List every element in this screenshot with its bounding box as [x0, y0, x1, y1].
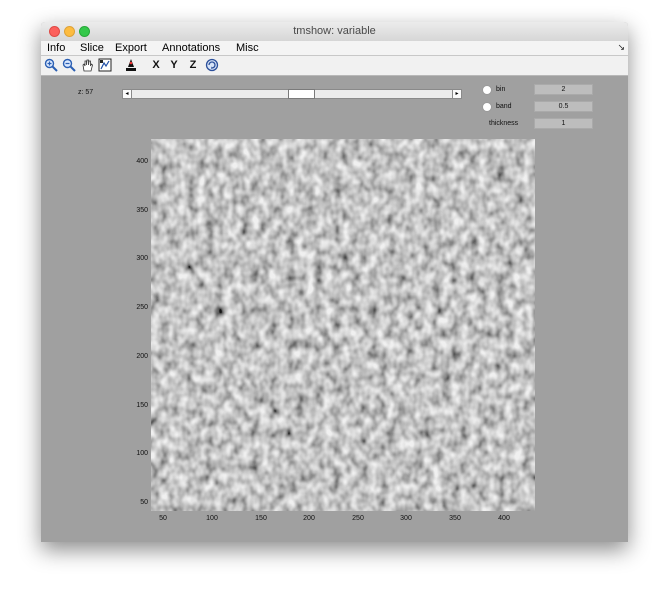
band-field[interactable]: 0.5 — [534, 101, 593, 112]
window-title: tmshow: variable — [293, 25, 376, 37]
toolbar: X Y Z — [41, 56, 628, 76]
bin-radio[interactable] — [482, 85, 492, 95]
menu-annotations[interactable]: Annotations — [162, 41, 220, 55]
x-tick-150: 150 — [255, 515, 267, 522]
x-tick-250: 250 — [352, 515, 364, 522]
menu-export[interactable]: Export — [115, 41, 147, 55]
slice-slider[interactable]: ◂ ▸ — [122, 89, 462, 99]
x-tick-300: 300 — [400, 515, 412, 522]
menu-misc[interactable]: Misc — [236, 41, 259, 55]
marker-icon[interactable] — [123, 58, 139, 73]
view-z-button[interactable]: Z — [185, 58, 201, 73]
y-tick-350: 350 — [136, 207, 148, 214]
title-bar[interactable]: tmshow: variable — [41, 22, 628, 42]
x-tick-100: 100 — [206, 515, 218, 522]
view-x-button[interactable]: X — [148, 58, 164, 73]
app-window: tmshow: variable Info Slice Export Annot… — [41, 22, 628, 542]
zoom-in-icon[interactable] — [43, 58, 59, 73]
bin-label: bin — [496, 86, 506, 93]
band-label: band — [496, 103, 512, 110]
thickness-field[interactable]: 1 — [534, 118, 593, 129]
x-tick-350: 350 — [449, 515, 461, 522]
zoom-out-icon[interactable] — [61, 58, 77, 73]
band-radio[interactable] — [482, 102, 492, 112]
bin-field[interactable]: 2 — [534, 84, 593, 95]
tomogram-slice-image[interactable] — [151, 139, 535, 511]
z-value: 57 — [85, 89, 94, 96]
slider-left-arrow-icon[interactable]: ◂ — [123, 90, 132, 98]
x-tick-400: 400 — [498, 515, 510, 522]
rotate-3d-icon[interactable] — [204, 58, 220, 73]
x-tick-200: 200 — [303, 515, 315, 522]
menu-info[interactable]: Info — [47, 41, 65, 55]
z-indicator: z: 57 — [78, 89, 93, 96]
view-y-button[interactable]: Y — [166, 58, 182, 73]
y-tick-400: 400 — [136, 158, 148, 165]
y-tick-300: 300 — [136, 255, 148, 262]
y-tick-200: 200 — [136, 353, 148, 360]
data-cursor-icon[interactable] — [97, 58, 113, 73]
y-tick-150: 150 — [136, 402, 148, 409]
x-tick-50: 50 — [159, 515, 167, 522]
menu-slice[interactable]: Slice — [80, 41, 104, 55]
thickness-label: thickness — [489, 120, 519, 127]
menu-bar: Info Slice Export Annotations Misc ↘ — [41, 41, 628, 56]
slider-right-arrow-icon[interactable]: ▸ — [452, 90, 461, 98]
z-label: z: — [78, 89, 84, 96]
menu-overflow-icon[interactable]: ↘ — [617, 42, 625, 53]
hand-pan-icon[interactable] — [79, 58, 95, 73]
y-tick-50: 50 — [140, 499, 148, 506]
slider-thumb[interactable] — [288, 89, 315, 99]
y-tick-100: 100 — [136, 450, 148, 457]
y-tick-250: 250 — [136, 304, 148, 311]
